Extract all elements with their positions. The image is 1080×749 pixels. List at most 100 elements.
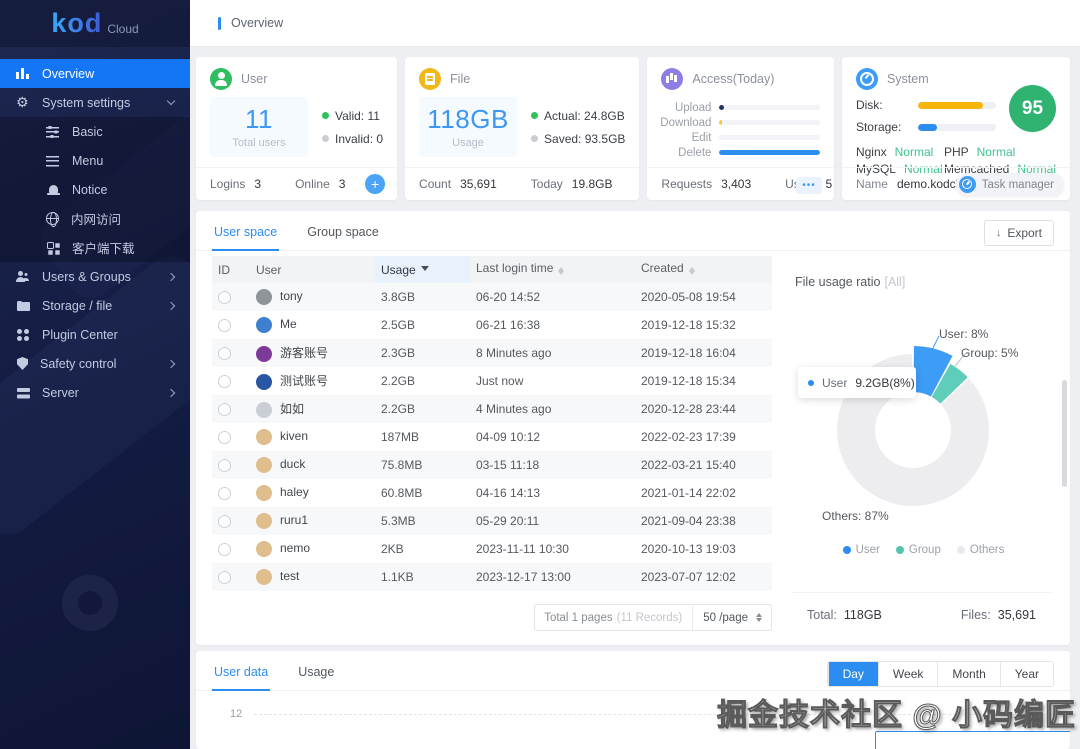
row-radio[interactable] <box>218 347 231 361</box>
bell-icon <box>46 183 60 197</box>
export-button[interactable]: ↓ Export <box>983 220 1054 246</box>
table-row[interactable]: test 1.1KB 2023-12-17 13:00 2023-07-07 1… <box>212 563 772 591</box>
row-radio[interactable] <box>218 543 231 557</box>
row-radio[interactable] <box>218 403 231 417</box>
column-header-id: ID <box>212 256 250 283</box>
tab-usage[interactable]: Usage <box>296 651 336 691</box>
callout-user: User: 8% <box>939 327 989 341</box>
range-button-day[interactable]: Day <box>827 662 878 686</box>
range-button-year[interactable]: Year <box>999 662 1053 686</box>
sidebar-item-safety-control[interactable]: Safety control <box>0 349 190 378</box>
file-icon <box>419 68 442 90</box>
sidebar-item-server[interactable]: Server <box>0 378 190 407</box>
card-title: System <box>886 72 929 86</box>
tooltip-series: User <box>822 375 848 390</box>
row-radio[interactable] <box>218 487 231 501</box>
sliders-icon <box>46 124 60 139</box>
row-radio[interactable] <box>218 291 231 305</box>
sidebar-item-label: Users & Groups <box>42 269 131 284</box>
sidebar-item-label: System settings <box>42 95 131 110</box>
more-icon[interactable]: ••• <box>795 177 822 194</box>
stat-item-invalid-0: Invalid: 0 <box>322 132 383 146</box>
table-row[interactable]: Me 2.5GB 06-21 16:38 2019-12-18 15:32 <box>212 311 772 339</box>
table-row[interactable]: ruru1 5.3MB 05-29 20:11 2021-09-04 23:38 <box>212 507 772 535</box>
access-bar-label: Download <box>660 116 712 129</box>
row-radio[interactable] <box>218 459 231 473</box>
legend-item-user[interactable]: User <box>842 544 880 556</box>
sidebar-item-storage-file[interactable]: Storage / file <box>0 291 190 320</box>
user-space-panel: User space Group space ↓ Export ID User <box>196 211 1070 645</box>
download-icon: ↓ <box>995 226 1002 239</box>
sidebar-item-system-settings[interactable]: System settings <box>0 88 190 117</box>
column-header-created[interactable]: Created <box>635 256 772 283</box>
row-radio[interactable] <box>218 571 231 585</box>
sidebar-item-notice[interactable]: Notice <box>0 175 190 204</box>
service-status: PHP Normal <box>943 145 1016 159</box>
status-dot <box>322 112 329 120</box>
column-header-user[interactable]: User <box>250 256 375 283</box>
avatar <box>256 569 272 585</box>
legend-item-group[interactable]: Group <box>895 544 941 556</box>
sidebar-item-plugin-center[interactable]: Plugin Center <box>0 320 190 349</box>
table-row[interactable]: nemo 2KB 2023-11-11 10:30 2020-10-13 19:… <box>212 535 772 563</box>
last-login-cell: 05-29 20:11 <box>476 514 540 528</box>
table-row[interactable]: haley 60.8MB 04-16 14:13 2021-01-14 22:0… <box>212 479 772 507</box>
per-page-stepper[interactable] <box>756 610 762 625</box>
pagination-records: (11 Records) <box>616 611 683 624</box>
pagination-total: Total 1 pages <box>544 611 613 624</box>
avatar <box>256 373 272 390</box>
access-bar-label: Edit <box>691 131 712 144</box>
footer-stat-today: Today 19.8GB <box>530 177 613 191</box>
last-login-cell: 4 Minutes ago <box>476 402 552 416</box>
column-header-last-login[interactable]: Last login time <box>470 256 635 283</box>
usage-cell: 60.8MB <box>381 486 423 500</box>
stat-cards-row: User 11 Total users Valid: 11 Invalid: 0… <box>196 57 1070 200</box>
sidebar-item-overview[interactable]: Overview <box>0 59 190 88</box>
row-radio[interactable] <box>218 375 231 389</box>
sidebar-item-label: Overview <box>42 66 95 81</box>
chevron-icon <box>166 272 176 281</box>
sidebar-item-内网访问[interactable]: 内网访问 <box>0 204 190 233</box>
system-bar-track <box>917 123 996 131</box>
app-window: kod Cloud Overview System settings Basic <box>0 0 1080 749</box>
sidebar-item-label: Server <box>42 385 79 400</box>
row-radio[interactable] <box>218 431 231 445</box>
tab-user-space[interactable]: User space <box>212 211 280 251</box>
last-login-cell: 2023-11-11 10:30 <box>476 542 569 556</box>
table-row[interactable]: 游客账号 2.3GB 8 Minutes ago 2019-12-18 16:0… <box>212 339 772 367</box>
range-button-week[interactable]: Week <box>877 662 938 686</box>
server-name-label: Name <box>855 177 888 191</box>
user-name: tony <box>280 289 303 304</box>
created-cell: 2021-09-04 23:38 <box>641 514 736 528</box>
access-bar-track <box>719 120 820 125</box>
scrollbar-thumb[interactable] <box>1062 380 1067 487</box>
sidebar-item-basic[interactable]: Basic <box>0 117 190 146</box>
legend-item-others[interactable]: Others <box>956 544 1004 556</box>
tab-group-space[interactable]: Group space <box>305 211 381 251</box>
column-header-usage[interactable]: Usage <box>375 256 470 283</box>
sidebar-item-users-groups[interactable]: Users & Groups <box>0 262 190 291</box>
sidebar-item-客户端下载[interactable]: 客户端下载 <box>0 233 190 262</box>
tab-user-data[interactable]: User data <box>212 651 271 691</box>
last-login-cell: 8 Minutes ago <box>476 346 552 360</box>
row-radio[interactable] <box>218 319 231 333</box>
table-row[interactable]: 测试账号 2.2GB Just now 2019-12-18 15:34 <box>212 367 772 395</box>
table-row[interactable]: duck 75.8MB 03-15 11:18 2022-03-21 15:40 <box>212 451 772 479</box>
task-manager-button[interactable]: Task manager <box>955 173 1064 196</box>
table-row[interactable]: kiven 187MB 04-09 10:12 2022-02-23 17:39 <box>212 423 772 451</box>
row-radio[interactable] <box>218 515 231 529</box>
table-row[interactable]: 如如 2.2GB 4 Minutes ago 2020-12-28 23:44 <box>212 395 772 423</box>
access-bar-track <box>719 150 820 155</box>
table-row[interactable]: tony 3.8GB 06-20 14:52 2020-05-08 19:54 <box>212 283 772 311</box>
user-name: haley <box>280 485 309 500</box>
title-accent-bar <box>218 16 221 30</box>
stat-label: Invalid: 0 <box>335 131 384 146</box>
range-button-month[interactable]: Month <box>937 662 1000 686</box>
last-login-cell: 06-20 14:52 <box>476 290 541 304</box>
per-page-select[interactable]: 50 /page <box>703 612 748 624</box>
card-title: User <box>241 72 268 86</box>
add-user-button[interactable]: + <box>365 174 386 194</box>
user-name: 测试账号 <box>280 374 329 389</box>
sidebar-item-menu[interactable]: Menu <box>0 146 190 175</box>
stat-item-actual-24-8gb: Actual: 24.8GB <box>531 109 625 123</box>
